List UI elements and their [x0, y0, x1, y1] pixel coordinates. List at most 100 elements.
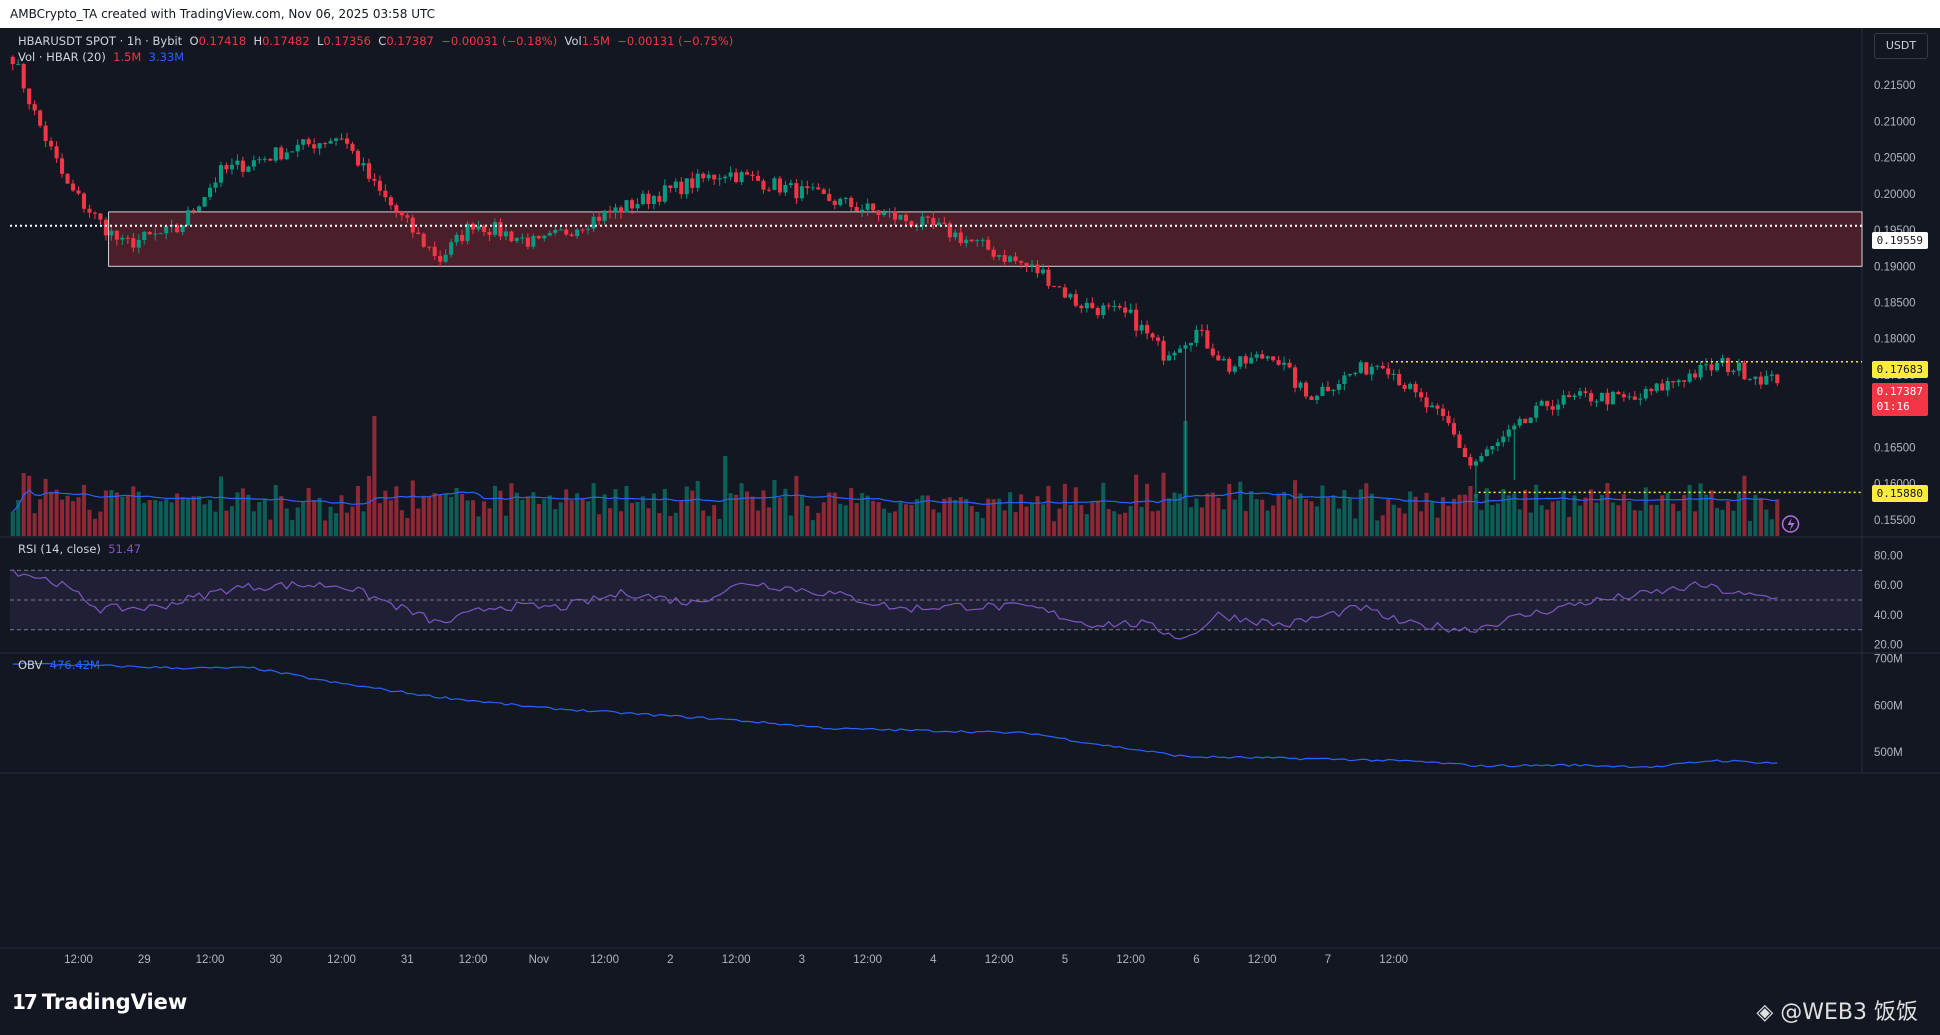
volume-bar — [1101, 482, 1106, 536]
volume-bar — [449, 497, 454, 536]
volume-bar — [1019, 494, 1024, 536]
candle-body — [520, 237, 525, 239]
time-axis-tick: 2 — [667, 954, 673, 966]
candle-body — [810, 187, 815, 189]
chart-canvas[interactable]: 0.220000.215000.210000.205000.200000.195… — [0, 28, 1940, 978]
candle-body — [487, 231, 492, 235]
tradingview-logo[interactable]: 17 TradingView — [12, 990, 187, 1014]
volume-bar — [224, 510, 229, 536]
candle-body — [454, 234, 459, 243]
candle-body — [865, 203, 870, 210]
rsi-legend[interactable]: RSI (14, close) 51.47 — [18, 542, 141, 556]
candle-body — [1714, 362, 1720, 371]
currency-button[interactable]: USDT — [1874, 33, 1928, 59]
candle-body — [1747, 379, 1752, 381]
price-axis-tick: 0.20000 — [1874, 189, 1916, 201]
candle-body — [684, 178, 689, 195]
candle-body — [657, 196, 662, 202]
symbol-name[interactable]: HBARUSDT SPOT · 1h · Bybit — [18, 34, 182, 48]
volume-bar — [1539, 505, 1544, 536]
candle-body — [997, 255, 1002, 257]
rsi-axis-tick: 20.00 — [1874, 640, 1903, 652]
volume-bar — [1112, 511, 1117, 536]
volume-bar — [1139, 506, 1144, 536]
candle-body — [1408, 383, 1413, 389]
candle-body — [43, 125, 48, 141]
candle-body — [32, 104, 37, 111]
candle-body — [1150, 333, 1155, 338]
candle-body — [76, 190, 81, 194]
volume-bar — [788, 515, 793, 536]
candle-body — [65, 173, 70, 184]
volume-bar — [591, 483, 596, 536]
price-axis-tick: 0.18500 — [1874, 297, 1916, 309]
candle-body — [1084, 302, 1089, 309]
volume-bar — [372, 416, 377, 536]
volume-bar — [1545, 509, 1550, 536]
candle-body — [306, 139, 311, 145]
volume-bar — [98, 511, 103, 536]
candle-body — [1588, 393, 1594, 402]
volume-bar — [246, 494, 251, 536]
obv-legend[interactable]: OBV 476.42M — [18, 658, 100, 672]
candle-body — [931, 217, 936, 226]
volume-bar — [525, 496, 530, 536]
chart-frame: 0.220000.215000.210000.205000.200000.195… — [0, 28, 1940, 978]
candle-body — [920, 216, 925, 226]
candle-body — [394, 205, 399, 212]
obv-value: 476.42M — [49, 658, 100, 672]
candle-body — [460, 234, 465, 242]
volume-bar — [734, 494, 739, 536]
volume-bar — [657, 513, 662, 536]
volume-bar — [1479, 510, 1484, 536]
candle-body — [1221, 358, 1226, 361]
volume-bar — [1413, 496, 1418, 536]
candle-body — [1002, 255, 1007, 262]
volume-bar — [131, 486, 136, 536]
candle-body — [1769, 374, 1774, 376]
time-axis-tick: 12:00 — [196, 954, 225, 966]
volume-bar — [1583, 497, 1588, 536]
volume-bar — [914, 499, 919, 536]
candle-body — [531, 235, 536, 247]
volume-bar — [328, 506, 333, 536]
volume-bar — [1528, 512, 1533, 536]
candle-body — [712, 174, 717, 180]
volume-bar — [1046, 485, 1051, 536]
candle-body — [662, 185, 667, 202]
volume-bar — [306, 488, 311, 536]
candle-body — [60, 158, 65, 174]
volume-bar — [772, 480, 777, 536]
candle-body — [1632, 396, 1637, 400]
candle-body — [509, 231, 514, 242]
candle-body — [1293, 367, 1298, 388]
volume-bar — [509, 483, 514, 536]
candle-body — [816, 187, 821, 190]
candle-body — [1725, 358, 1731, 373]
candle-body — [553, 229, 558, 233]
volume-bar — [673, 512, 678, 536]
candle-body — [745, 172, 750, 175]
volume-bar — [120, 496, 125, 536]
candle-body — [1599, 392, 1604, 402]
candle-body — [799, 186, 804, 199]
volume-bar — [1386, 498, 1391, 536]
candle-body — [92, 212, 97, 214]
candle-body — [1112, 306, 1117, 308]
candle-body — [1271, 356, 1276, 361]
candle-body — [1693, 373, 1698, 378]
candle-body — [87, 208, 92, 213]
volume-bar — [1276, 493, 1281, 536]
volume-legend[interactable]: Vol · HBAR (20) 1.5M 3.33M — [18, 50, 184, 64]
candle-body — [898, 214, 903, 220]
candle-body — [1183, 345, 1188, 349]
volume-bar — [1495, 503, 1500, 536]
candle-body — [1419, 392, 1424, 398]
volume-bar — [1758, 498, 1763, 536]
volume-bar — [964, 498, 969, 536]
candle-body — [125, 237, 130, 239]
volume-bar — [443, 494, 448, 536]
candle-body — [295, 144, 300, 152]
volume-bar — [1161, 472, 1166, 536]
candle-body — [980, 239, 985, 241]
